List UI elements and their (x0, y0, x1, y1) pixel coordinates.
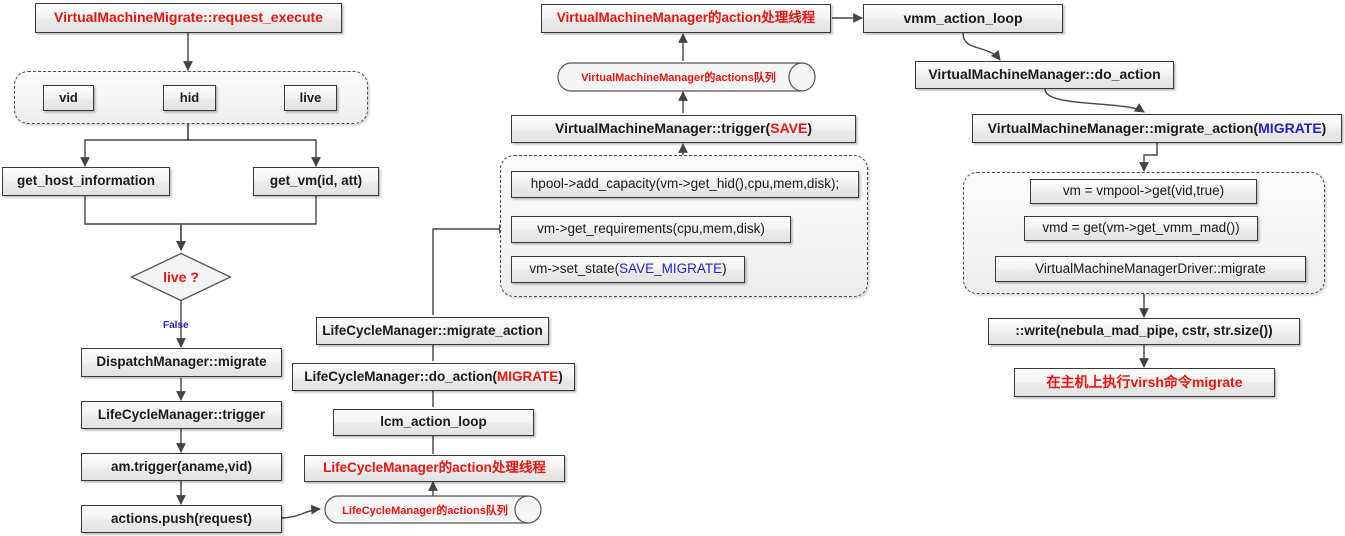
vmm-trigger-prefix: VirtualMachineManager::trigger( (555, 120, 771, 137)
queue-lcm-label: LifeCycleManager的actions队列 (342, 504, 508, 517)
vmm-trigger-arg: SAVE (770, 120, 808, 137)
vm-set-state-suffix: ) (722, 261, 727, 277)
node-write-nebula-mad-pipe[interactable]: ::write(nebula_mad_pipe, cstr, str.size(… (988, 318, 1300, 345)
lcm-do-action-prefix: LifeCycleManager::do_action( (304, 368, 498, 384)
decision-live[interactable]: live ? (129, 252, 233, 302)
queue-lifecyclemanager-actions[interactable]: LifeCycleManager的actions队列 (324, 495, 542, 524)
node-vmm-do-action[interactable]: VirtualMachineManager::do_action (915, 61, 1174, 89)
node-vmm-migrate-action[interactable]: VirtualMachineManager::migrate_action(MI… (972, 114, 1342, 143)
node-get-vm[interactable]: get_vm(id, att) (253, 167, 379, 196)
node-vm-get-requirements[interactable]: vm->get_requirements(cpu,mem,disk) (511, 216, 791, 243)
queue-vmm-actions[interactable]: VirtualMachineManager的actions队列 (557, 62, 816, 92)
node-lcm-migrate-action[interactable]: LifeCycleManager::migrate_action (316, 317, 549, 345)
node-hpool-add-capacity[interactable]: hpool->add_capacity(vm->get_hid(),cpu,me… (511, 171, 859, 198)
queue-vmm-label: VirtualMachineManager的actions队列 (581, 72, 776, 84)
node-dispatchmanager-migrate[interactable]: DispatchManager::migrate (81, 348, 282, 377)
node-vmd-get-vmm-mad[interactable]: vmd = get(vm->get_vmm_mad()) (1024, 216, 1258, 241)
node-vmm-trigger-save[interactable]: VirtualMachineManager::trigger(SAVE) (511, 115, 856, 143)
lcm-do-action-suffix: ) (558, 368, 563, 384)
edge-label-false: False (163, 320, 189, 331)
flowchart-canvas: VirtualMachineMigrate::request_execute v… (0, 0, 1345, 536)
node-am-trigger[interactable]: am.trigger(aname,vid) (81, 453, 282, 481)
node-param-hid[interactable]: hid (163, 85, 216, 111)
vmm-migrate-action-suffix: ) (1321, 119, 1327, 136)
node-param-live[interactable]: live (284, 85, 337, 111)
node-lifecyclemanager-trigger[interactable]: LifeCycleManager::trigger (81, 401, 282, 429)
node-vm-set-state[interactable]: vm->set_state(SAVE_MIGRATE) (511, 256, 745, 283)
vmm-migrate-action-prefix: VirtualMachineManager::migrate_action( (987, 119, 1259, 136)
node-vm-vmpool-get[interactable]: vm = vmpool->get(vid,true) (1030, 179, 1257, 204)
node-host-exec-virsh-migrate[interactable]: 在主机上执行virsh命令migrate (1014, 368, 1275, 397)
vm-set-state-arg: SAVE_MIGRATE (619, 261, 723, 277)
node-vmmdriver-migrate[interactable]: VirtualMachineManagerDriver::migrate (995, 256, 1306, 282)
node-lcm-action-thread[interactable]: LifeCycleManager的action处理线程 (304, 455, 565, 482)
node-lcm-do-action[interactable]: LifeCycleManager::do_action(MIGRATE) (292, 363, 575, 391)
node-actions-push[interactable]: actions.push(request) (81, 505, 282, 533)
vmm-migrate-action-arg: MIGRATE (1258, 119, 1322, 136)
node-get-host-information[interactable]: get_host_information (2, 167, 170, 196)
node-vmm-action-loop[interactable]: vmm_action_loop (863, 4, 1063, 33)
node-param-vid[interactable]: vid (43, 85, 94, 111)
node-request-execute[interactable]: VirtualMachineMigrate::request_execute (35, 3, 342, 33)
vmm-trigger-suffix: ) (807, 120, 812, 137)
node-lcm-action-loop[interactable]: lcm_action_loop (333, 409, 534, 436)
lcm-do-action-arg: MIGRATE (497, 368, 559, 384)
vm-set-state-prefix: vm->set_state( (529, 261, 620, 277)
node-vmm-action-thread[interactable]: VirtualMachineManager的action处理线程 (541, 4, 831, 33)
decision-live-label: live ? (163, 269, 199, 285)
